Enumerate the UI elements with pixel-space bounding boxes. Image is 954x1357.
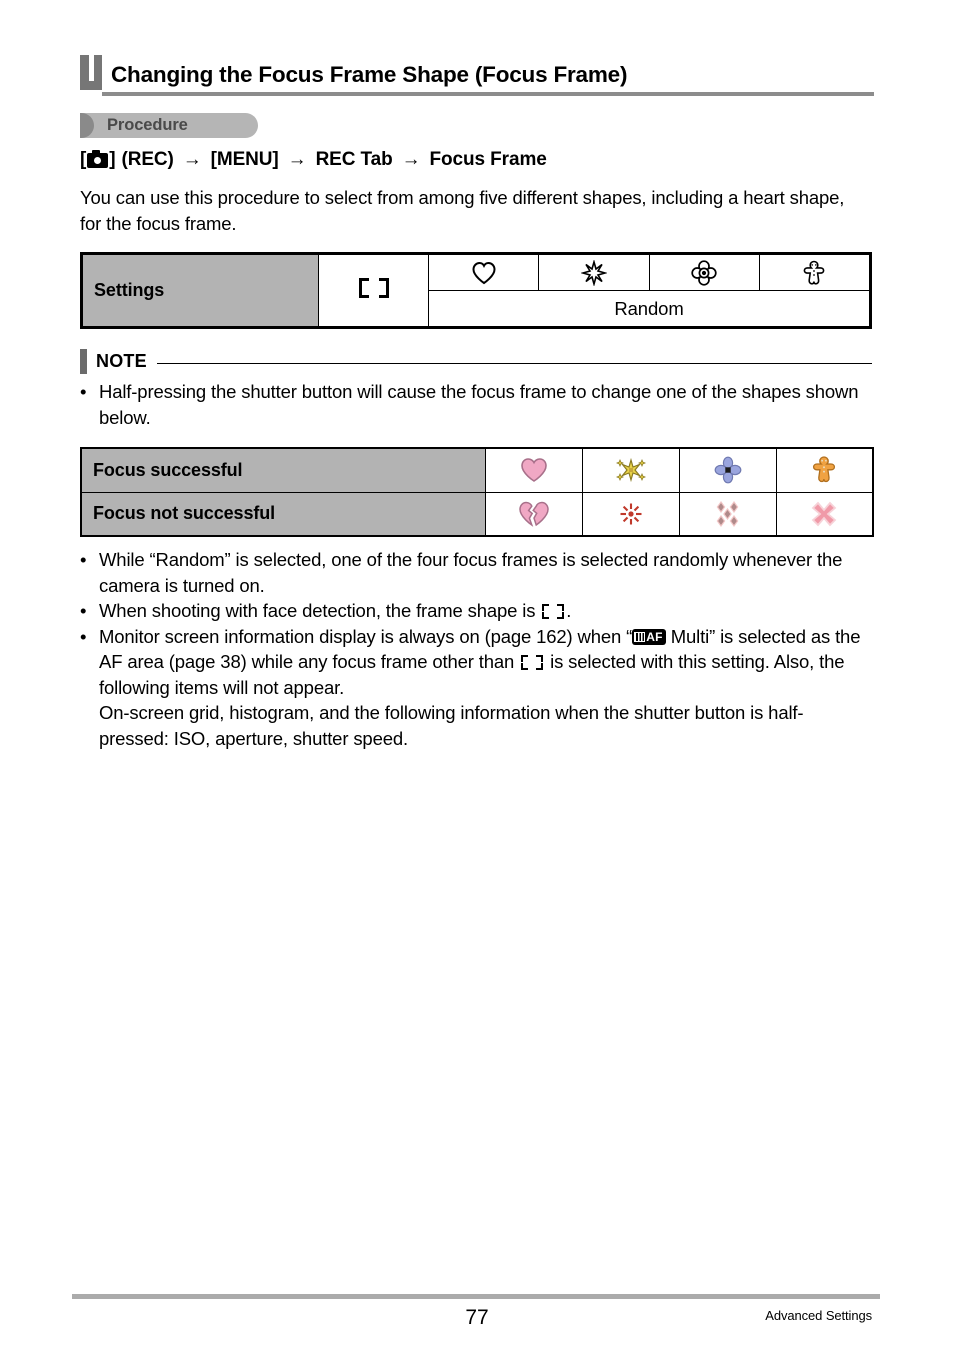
menu-label: [MENU] xyxy=(210,149,279,170)
title-accent-bar-icon xyxy=(80,55,102,90)
bullet-dot-icon: • xyxy=(80,381,87,402)
pink-heart-icon xyxy=(519,456,549,484)
sparkle-outline-icon xyxy=(579,258,608,287)
footer-divider xyxy=(72,1294,880,1299)
pink-x-icon xyxy=(810,500,838,528)
list-item: • When shooting with face detection, the… xyxy=(80,598,870,624)
bullet-dot-icon: • xyxy=(80,549,87,570)
table-row: Focus successful xyxy=(80,447,874,493)
table-row: Focus not successful xyxy=(80,491,874,537)
note-accent-bar-icon xyxy=(80,349,87,374)
bracket-open: [ xyxy=(80,149,87,170)
rec-tab-label: REC Tab xyxy=(315,149,393,170)
settings-shape-cell-flower xyxy=(648,254,760,291)
bullet-text-part: When shooting with face detection, the f… xyxy=(99,600,541,621)
yellow-sparkle-icon xyxy=(613,455,649,485)
grid-icon xyxy=(634,631,646,642)
bullet-text: While “Random” is selected, one of the f… xyxy=(99,549,843,596)
navigation-path: [] (REC) → [MENU] → REC Tab → Focus Fram… xyxy=(80,149,547,171)
settings-default-frame-cell xyxy=(318,254,429,327)
focus-frame-label: Focus Frame xyxy=(429,149,547,170)
af-multi-badge-icon: AF xyxy=(632,628,666,645)
table-row: Settings xyxy=(82,254,871,327)
footer-section-name: Advanced Settings xyxy=(765,1308,872,1323)
bullet-text-part: Monitor screen information display is al… xyxy=(99,625,633,647)
arrow-icon-3: → xyxy=(401,149,421,170)
focus-frame-brackets-icon xyxy=(521,655,544,670)
list-item: • Half-pressing the shutter button will … xyxy=(80,379,870,430)
bullet-dot-icon: • xyxy=(80,625,87,647)
orange-gingerbread-icon xyxy=(811,455,837,485)
procedure-badge-tab-icon xyxy=(80,113,94,138)
focus-successful-gingerbread-cell xyxy=(775,447,874,493)
document-page: Changing the Focus Frame Shape (Focus Fr… xyxy=(0,0,954,1357)
procedure-badge-label: Procedure xyxy=(107,116,188,134)
focus-not-successful-diamonds-cell xyxy=(678,491,777,537)
settings-table: Settings Random xyxy=(80,252,872,329)
red-burst-icon xyxy=(618,501,644,527)
bullet-dot-icon: • xyxy=(80,600,87,621)
focus-not-successful-heart-cell xyxy=(484,491,583,537)
settings-shape-cell-gingerbread xyxy=(758,254,871,291)
gingerbread-outline-icon xyxy=(802,260,826,286)
focus-not-successful-x-cell xyxy=(775,491,874,537)
focus-successful-flower-cell xyxy=(678,447,777,493)
page-title: Changing the Focus Frame Shape (Focus Fr… xyxy=(111,62,628,87)
note-bullet-list: • Half-pressing the shutter button will … xyxy=(80,379,870,430)
heart-outline-icon xyxy=(471,261,497,285)
procedure-badge: Procedure xyxy=(80,113,258,138)
note-underline xyxy=(156,362,872,365)
bullet-text: Monitor screen information display is al… xyxy=(99,624,870,752)
rec-label: (REC) xyxy=(121,149,174,170)
settings-shape-cell-sparkle xyxy=(538,254,650,291)
bullet-text: Half-pressing the shutter button will ca… xyxy=(99,381,859,428)
arrow-icon-1: → xyxy=(182,149,202,170)
settings-random-cell: Random xyxy=(428,290,870,327)
list-item: • While “Random” is selected, one of the… xyxy=(80,547,870,598)
focus-not-successful-label: Focus not successful xyxy=(80,491,486,537)
title-underline xyxy=(102,92,874,96)
scattered-diamonds-icon xyxy=(712,499,744,529)
blue-flower-icon xyxy=(713,455,743,485)
note-label: NOTE xyxy=(96,351,147,371)
broken-heart-icon xyxy=(517,499,551,529)
focus-not-successful-burst-cell xyxy=(581,491,680,537)
list-item: • Monitor screen information display is … xyxy=(80,624,870,752)
arrow-icon-2: → xyxy=(287,149,307,170)
bullet-text-part: . xyxy=(566,600,572,621)
bracket-close: ] xyxy=(109,149,116,170)
focus-frame-brackets-icon xyxy=(542,604,565,619)
focus-frame-brackets-icon xyxy=(358,278,389,298)
notes-bullet-list: • While “Random” is selected, one of the… xyxy=(80,547,870,751)
page-title-block: Changing the Focus Frame Shape (Focus Fr… xyxy=(80,55,874,96)
focus-successful-label: Focus successful xyxy=(80,447,486,493)
bullet-text-part: On-screen grid, histogram, and the follo… xyxy=(99,702,804,749)
settings-label-cell: Settings xyxy=(82,254,319,327)
camera-icon xyxy=(87,149,109,168)
focus-successful-sparkle-cell xyxy=(581,447,680,493)
af-badge-text: AF xyxy=(646,629,663,644)
intro-paragraph: You can use this procedure to select fro… xyxy=(80,187,845,234)
note-header: NOTE xyxy=(80,349,872,374)
focus-result-table: Focus successful Focus not successful xyxy=(80,447,874,537)
bullet-text: When shooting with face detection, the f… xyxy=(99,598,870,624)
title-row: Changing the Focus Frame Shape (Focus Fr… xyxy=(80,55,874,90)
settings-shape-cell-heart xyxy=(427,254,540,291)
focus-successful-heart-cell xyxy=(484,447,583,493)
flower-outline-icon xyxy=(691,259,717,286)
